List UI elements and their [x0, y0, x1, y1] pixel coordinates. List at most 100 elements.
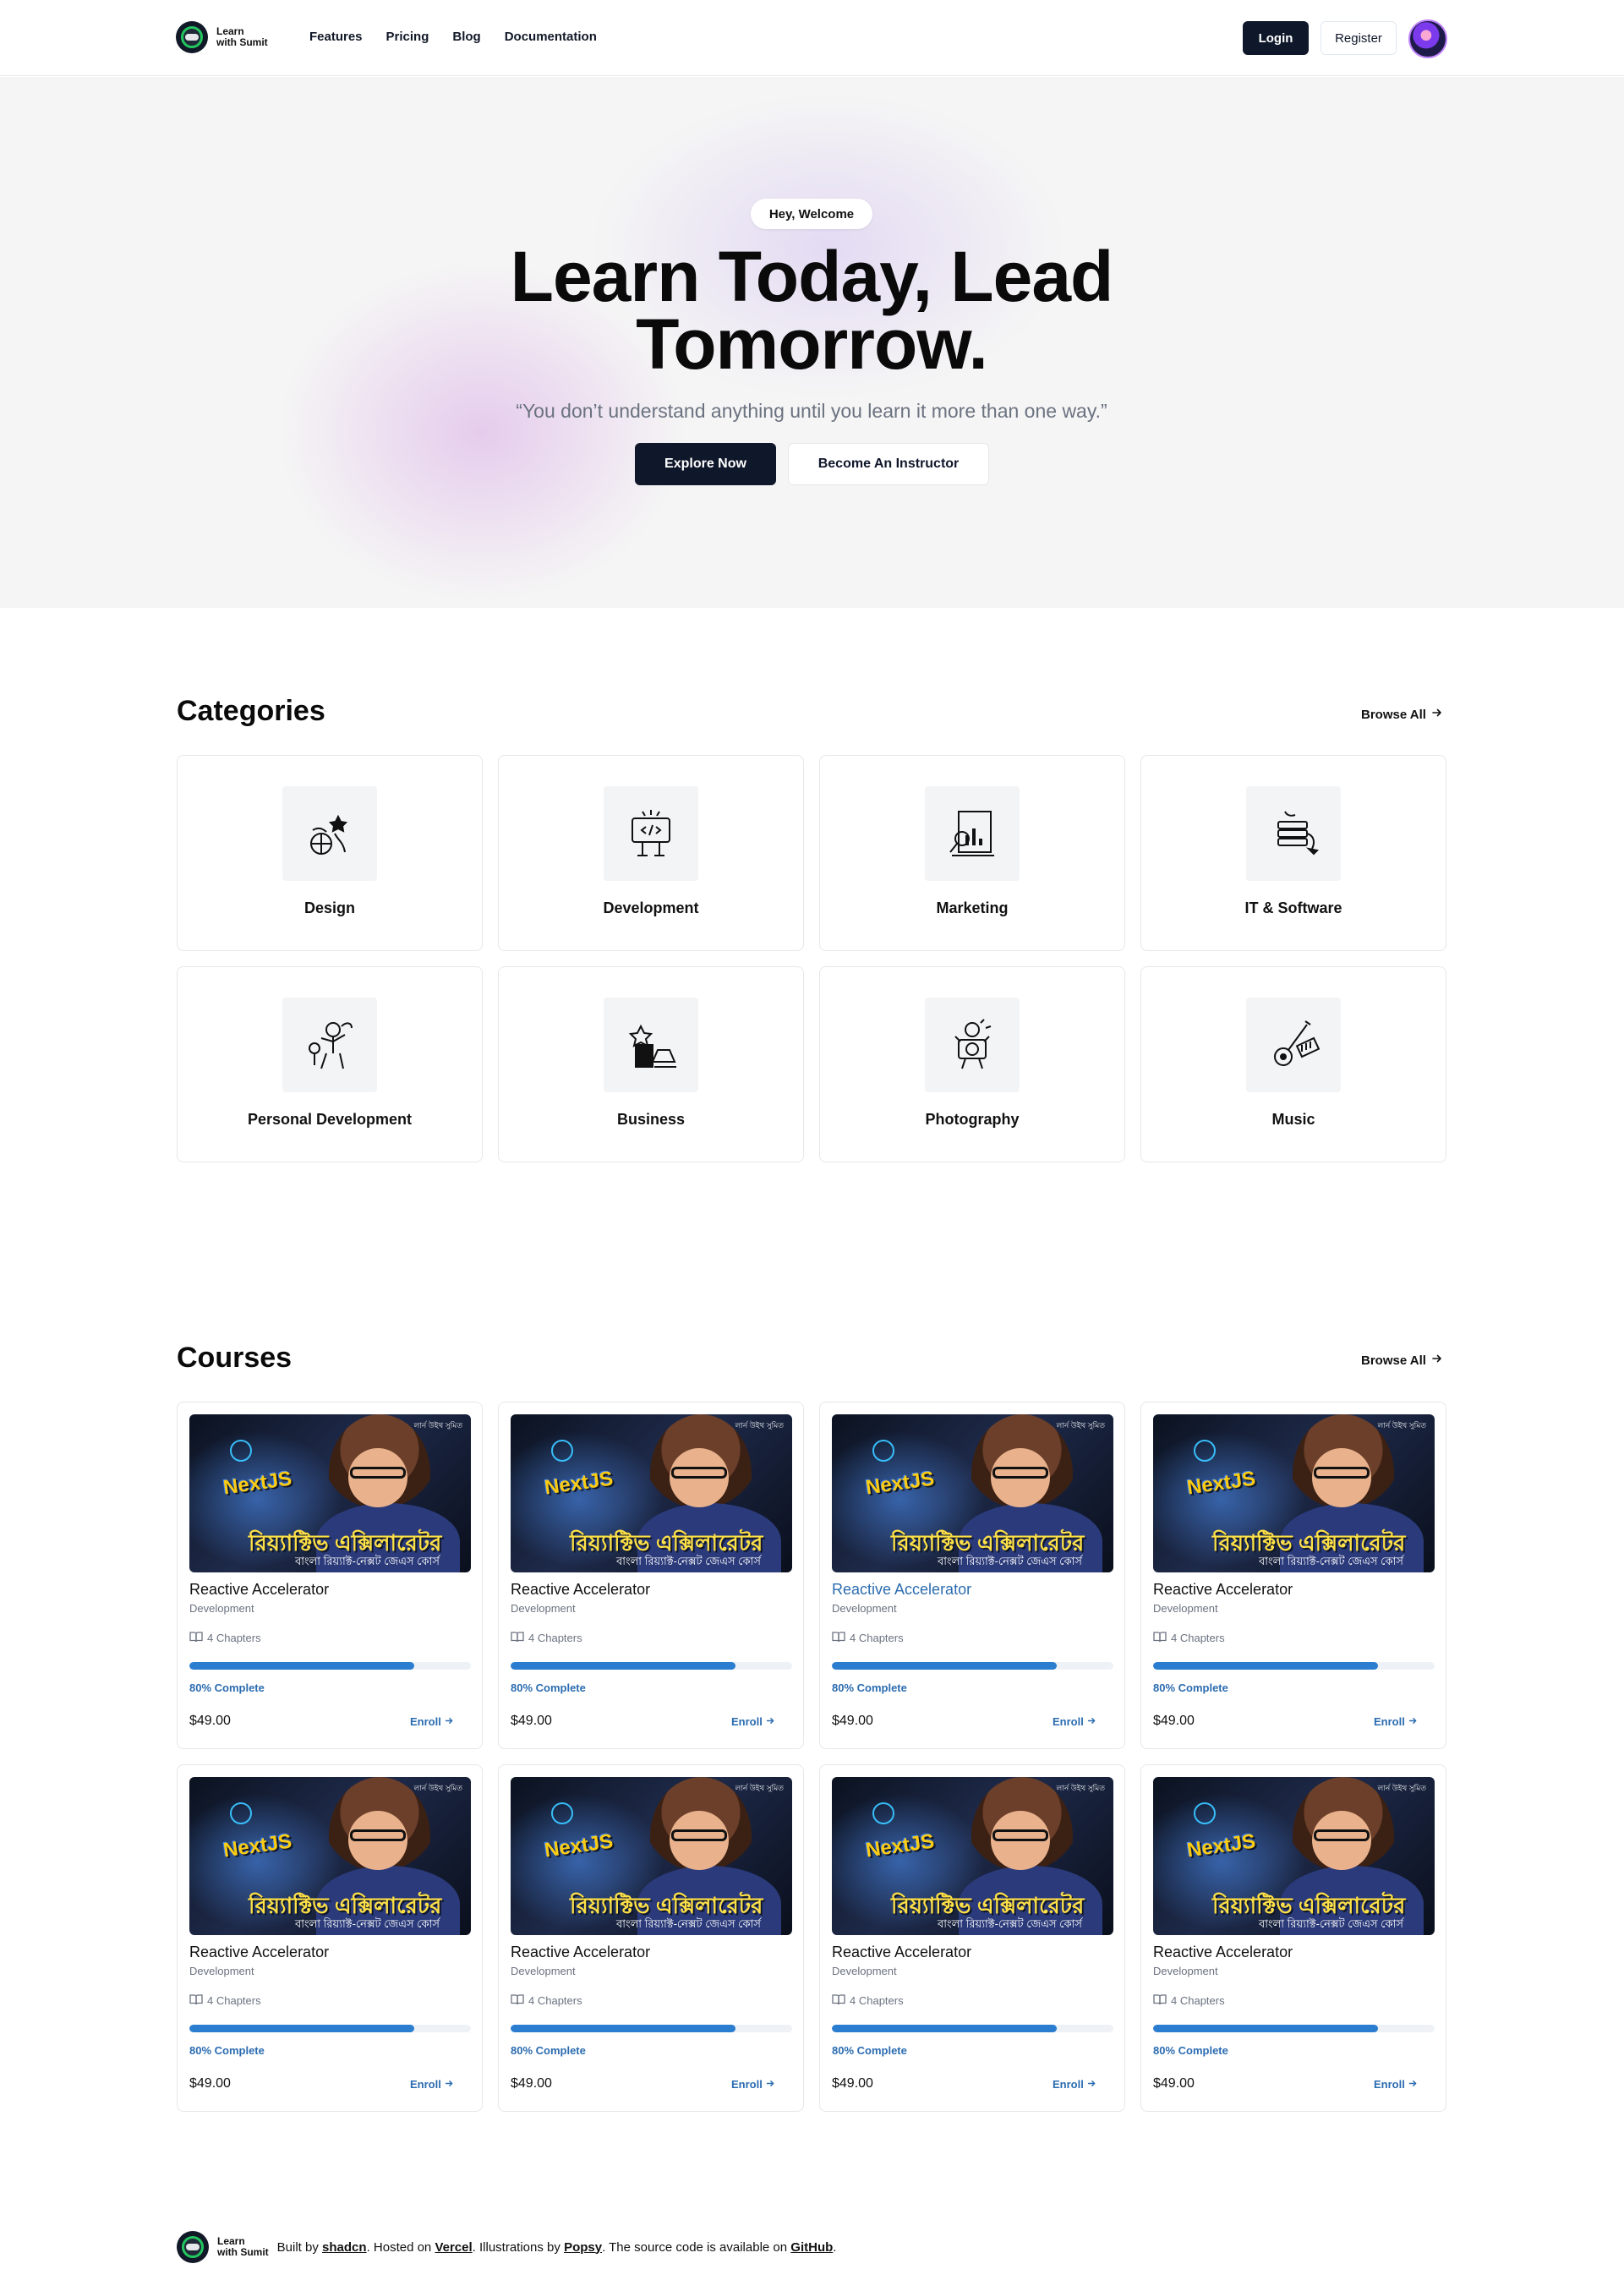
chapters-count: 4 Chapters	[528, 1632, 582, 1644]
course-price: $49.00	[832, 2076, 873, 2091]
course-price: $49.00	[1153, 1714, 1195, 1728]
course-progress-bar	[189, 1662, 471, 1670]
react-logo-icon	[872, 1802, 894, 1824]
thumbnail-subtitle: বাংলা রিয়্যাক্ট-নেক্সট জেএস কোর্স	[1259, 1555, 1403, 1567]
book-open-icon	[511, 1993, 524, 2008]
book-open-icon	[189, 1993, 203, 2008]
arrow-right-icon	[766, 1715, 775, 1728]
footer-text-illustrations: . Illustrations by	[472, 2239, 560, 2255]
footer-link-vercel[interactable]: Vercel	[435, 2240, 472, 2255]
enroll-label: Enroll	[731, 1715, 763, 1728]
courses-browse-all-link[interactable]: Browse All	[1361, 1353, 1443, 1368]
site-logo[interactable]: Learn with Sumit	[176, 20, 268, 54]
course-title[interactable]: Reactive Accelerator	[189, 1581, 329, 1599]
course-title[interactable]: Reactive Accelerator	[1153, 1581, 1293, 1599]
hero-section: Hey, Welcome Learn Today, Lead Tomorrow.…	[0, 77, 1624, 608]
course-thumbnail: NextJS লার্ন উইথ সুমিত রিয়্যাক্টিভ এক্স…	[511, 1414, 792, 1572]
course-title[interactable]: Reactive Accelerator	[832, 1581, 971, 1599]
course-card[interactable]: NextJS লার্ন উইথ সুমিত রিয়্যাক্টিভ এক্স…	[819, 1402, 1125, 1749]
footer-text-source: . The source code is available on	[602, 2239, 788, 2255]
chapters-count: 4 Chapters	[850, 1994, 904, 2007]
thumbnail-brand: লার্ন উইথ সুমিত	[1056, 1421, 1105, 1430]
thumbnail-subtitle: বাংলা রিয়্যাক্ট-নেক্সট জেএস কোর্স	[1259, 1917, 1403, 1930]
logo-line-2: with Sumit	[217, 2246, 269, 2258]
footer-link-shadcn[interactable]: shadcn	[322, 2240, 367, 2255]
thumbnail-character-glasses	[1314, 1829, 1370, 1841]
course-title[interactable]: Reactive Accelerator	[832, 1944, 971, 1961]
course-progress-label: 80% Complete	[189, 2044, 265, 2057]
thumbnail-brand: লার্ন উইথ সুমিত	[413, 1421, 462, 1430]
course-card[interactable]: NextJS লার্ন উইথ সুমিত রিয়্যাক্টিভ এক্স…	[498, 1402, 804, 1749]
category-card-marketing[interactable]: Marketing	[819, 755, 1125, 951]
course-progress-fill	[189, 2025, 415, 2032]
categories-browse-all-link[interactable]: Browse All	[1361, 707, 1443, 722]
course-category: Development	[832, 1602, 897, 1615]
avatar[interactable]	[1408, 19, 1447, 58]
enroll-button[interactable]: Enroll	[1374, 2078, 1418, 2091]
course-progress-label: 80% Complete	[1153, 1681, 1228, 1694]
enroll-button[interactable]: Enroll	[1053, 1715, 1096, 1728]
course-card[interactable]: NextJS লার্ন উইথ সুমিত রিয়্যাক্টিভ এক্স…	[819, 1764, 1125, 2112]
nav-pricing[interactable]: Pricing	[386, 29, 429, 46]
course-title[interactable]: Reactive Accelerator	[189, 1944, 329, 1961]
category-card-development[interactable]: Development	[498, 755, 804, 951]
become-instructor-button[interactable]: Become An Instructor	[788, 443, 989, 485]
enroll-button[interactable]: Enroll	[410, 2078, 454, 2091]
footer-text-hosted: . Hosted on	[366, 2239, 432, 2255]
nav-blog[interactable]: Blog	[452, 29, 480, 46]
course-card[interactable]: NextJS লার্ন উইথ সুমিত রিয়্যাক্টিভ এক্স…	[177, 1402, 483, 1749]
hero-title: Learn Today, Lead Tomorrow.	[510, 237, 1114, 384]
courses-heading: Courses	[177, 1342, 293, 1374]
chapters-count: 4 Chapters	[207, 1994, 261, 2007]
category-card-business[interactable]: Business	[498, 966, 804, 1162]
course-title[interactable]: Reactive Accelerator	[1153, 1944, 1293, 1961]
logo-text: Learn with Sumit	[216, 26, 268, 48]
course-chapters: 4 Chapters	[1153, 1631, 1225, 1645]
enroll-button[interactable]: Enroll	[410, 1715, 454, 1728]
course-card[interactable]: NextJS লার্ন উইথ সুমিত রিয়্যাক্টিভ এক্স…	[498, 1764, 804, 2112]
development-illustration-icon	[604, 786, 698, 881]
course-title[interactable]: Reactive Accelerator	[511, 1581, 650, 1599]
course-chapters: 4 Chapters	[511, 1631, 582, 1645]
category-card-design[interactable]: Design	[177, 755, 483, 951]
course-card[interactable]: NextJS লার্ন উইথ সুমিত রিয়্যাক্টিভ এক্স…	[177, 1764, 483, 2112]
explore-now-button[interactable]: Explore Now	[635, 443, 776, 485]
course-thumbnail: NextJS লার্ন উইথ সুমিত রিয়্যাক্টিভ এক্স…	[189, 1414, 471, 1572]
category-label: Design	[303, 899, 355, 916]
enroll-button[interactable]: Enroll	[1374, 1715, 1418, 1728]
course-card[interactable]: NextJS লার্ন উইথ সুমিত রিয়্যাক্টিভ এক্স…	[1140, 1764, 1446, 2112]
footer-link-github[interactable]: GitHub	[790, 2240, 833, 2255]
category-card-photography[interactable]: Photography	[819, 966, 1125, 1162]
enroll-button[interactable]: Enroll	[731, 2078, 775, 2091]
category-card-music[interactable]: Music	[1140, 966, 1446, 1162]
category-card-personal-development[interactable]: Personal Development	[177, 966, 483, 1162]
react-logo-icon	[230, 1802, 252, 1824]
course-progress-bar	[1153, 1662, 1435, 1670]
book-open-icon	[832, 1631, 845, 1645]
enroll-button[interactable]: Enroll	[731, 1715, 775, 1728]
thumbnail-character-glasses	[992, 1467, 1048, 1479]
register-button[interactable]: Register	[1321, 21, 1397, 55]
nav-features[interactable]: Features	[309, 29, 363, 46]
enroll-label: Enroll	[410, 2078, 441, 2091]
category-label: Development	[603, 899, 699, 916]
enroll-label: Enroll	[1374, 2078, 1405, 2091]
category-card-it-software[interactable]: IT & Software	[1140, 755, 1446, 951]
thumbnail-character-glasses	[671, 1829, 727, 1841]
course-progress-label: 80% Complete	[1153, 2044, 1228, 2057]
site-footer: Learn with Sumit Built by shadcn. Hosted…	[177, 2231, 836, 2263]
course-thumbnail: NextJS লার্ন উইথ সুমিত রিয়্যাক্টিভ এক্স…	[1153, 1777, 1435, 1935]
enroll-button[interactable]: Enroll	[1053, 2078, 1096, 2091]
arrow-right-icon	[445, 2078, 454, 2091]
nav-documentation[interactable]: Documentation	[505, 29, 597, 46]
course-card[interactable]: NextJS লার্ন উইথ সুমিত রিয়্যাক্টিভ এক্স…	[1140, 1402, 1446, 1749]
enroll-label: Enroll	[1374, 1715, 1405, 1728]
course-progress-fill	[832, 2025, 1058, 2032]
footer-logo-icon	[177, 2231, 209, 2263]
book-open-icon	[1153, 1631, 1167, 1645]
thumbnail-subtitle: বাংলা রিয়্যাক্ট-নেক্সট জেএস কোর্স	[295, 1917, 440, 1930]
footer-link-popsy[interactable]: Popsy	[564, 2240, 602, 2255]
category-label: IT & Software	[1244, 899, 1342, 916]
login-button[interactable]: Login	[1243, 21, 1309, 55]
course-title[interactable]: Reactive Accelerator	[511, 1944, 650, 1961]
